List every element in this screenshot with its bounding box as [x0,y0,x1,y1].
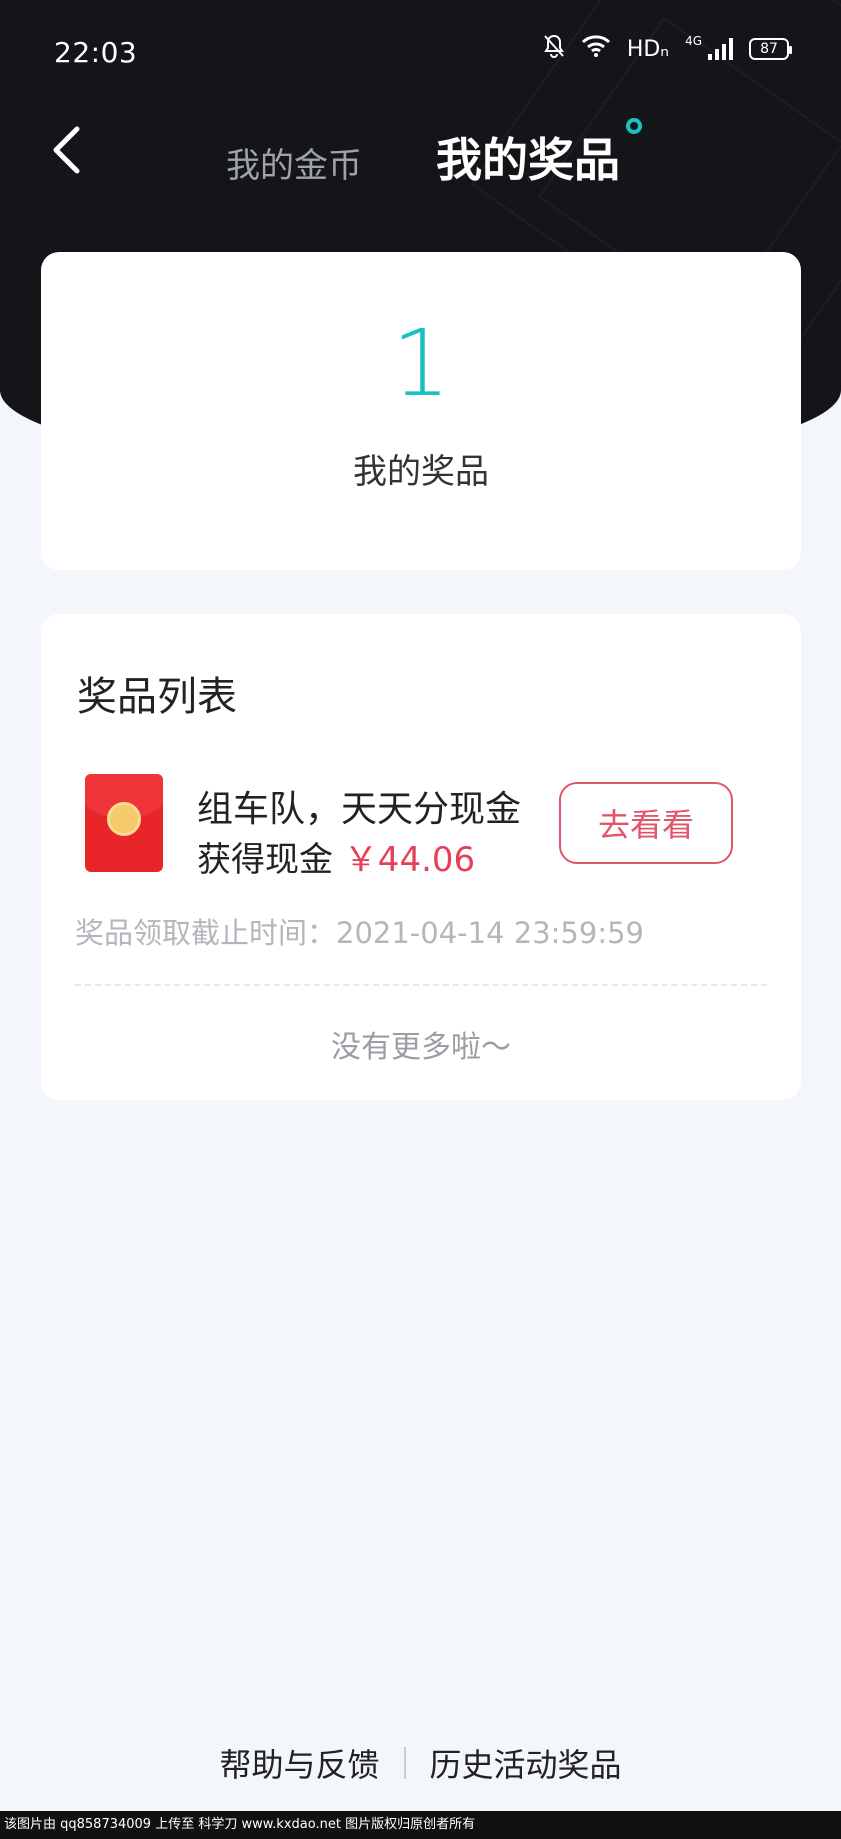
list-end-text: 没有更多啦～ [331,1030,511,1065]
prize-count: 1 [391,310,451,417]
signal-icon [708,38,733,60]
battery-level: 87 [760,41,778,57]
battery-icon: 87 [749,38,792,60]
tab-my-prizes[interactable]: 我的奖品 [436,124,620,190]
divider [75,984,767,986]
red-envelope-icon [85,774,163,872]
prize-deadline: 奖品领取截止时间：2021-04-14 23:59:59 [75,916,644,950]
network-generation: 4G [685,34,702,48]
prize-amount-prefix: 获得现金 [197,840,333,880]
tab-my-coins[interactable]: 我的金币 [226,138,362,187]
status-bar: 22:03 HDₙ 4G 87 [0,0,841,100]
prize-name: 组车队，天天分现金 [197,789,522,830]
prize-amount-value: ￥44.06 [343,840,476,880]
bell-muted-icon [543,34,565,64]
footer-links: 帮助与反馈 历史活动奖品 [0,1740,841,1786]
back-button[interactable] [44,120,88,180]
page: 22:03 HDₙ 4G 87 我的金币 我的奖品 1 我的奖品 奖品列表 组车… [0,0,841,1839]
chevron-left-icon [53,126,80,174]
watermark-strip: 该图片由 qq858734009 上传至 科学刀 www.kxdao.net 图… [0,1811,841,1839]
prize-list-title: 奖品列表 [77,674,237,720]
hd-indicator: HDₙ [626,36,670,62]
view-prize-button[interactable]: 去看看 [559,782,733,864]
status-time: 22:03 [54,36,138,69]
active-tab-dot [626,118,642,134]
help-feedback-link[interactable]: 帮助与反馈 [219,1740,379,1786]
footer-divider [403,1747,406,1779]
prize-list-card: 奖品列表 组车队，天天分现金 获得现金 ￥44.06 去看看 奖品领取截止时间：… [41,614,801,1100]
status-icons: HDₙ 4G 87 [543,34,792,64]
wifi-icon [581,34,611,64]
history-prizes-link[interactable]: 历史活动奖品 [430,1740,622,1786]
prize-amount-row: 获得现金 ￥44.06 [197,832,475,881]
prize-summary-card: 1 我的奖品 [41,252,801,570]
prize-count-label: 我的奖品 [353,452,489,492]
